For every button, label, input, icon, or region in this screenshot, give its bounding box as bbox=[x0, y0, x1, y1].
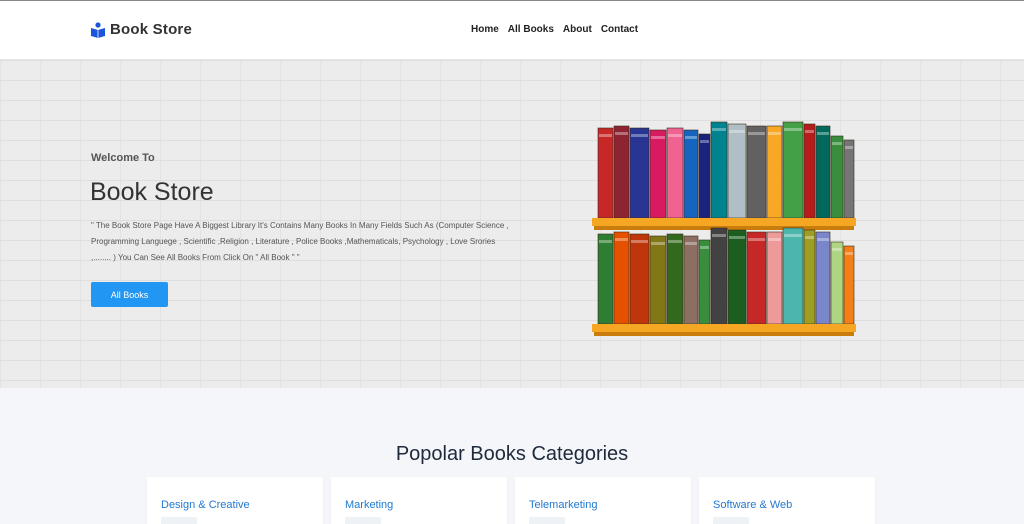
bookshelf-illustration bbox=[592, 121, 856, 336]
all-books-button[interactable]: All Books bbox=[91, 282, 168, 307]
bottom-shelf-books bbox=[597, 227, 855, 325]
top-book-15 bbox=[830, 135, 844, 219]
nav-link-all-books[interactable]: All Books bbox=[508, 24, 554, 35]
categories-heading: Popolar Books Categories bbox=[395, 443, 629, 465]
hero-welcome: Welcome To bbox=[91, 152, 155, 164]
category-title: Software & Web bbox=[713, 499, 793, 511]
bottom-book-1 bbox=[597, 233, 614, 325]
category-cards: Design & Creative Marketing Telemarketin… bbox=[147, 477, 875, 524]
nav-links: Home All Books About Contact bbox=[471, 24, 638, 35]
top-book-3 bbox=[629, 127, 650, 219]
nav-link-home[interactable]: Home bbox=[471, 24, 499, 35]
bottom-book-13 bbox=[803, 229, 816, 325]
top-book-band-3 bbox=[631, 134, 648, 137]
top-book-7 bbox=[698, 133, 711, 219]
top-book-2 bbox=[613, 125, 630, 219]
bottom-book-band-3 bbox=[631, 240, 648, 243]
bottom-shelf-board bbox=[592, 324, 856, 336]
hero-description: " The Book Store Page Have A Biggest Lib… bbox=[91, 221, 509, 262]
category-chip bbox=[713, 517, 749, 524]
category-chip bbox=[161, 517, 197, 524]
top-book-band-8 bbox=[712, 128, 726, 131]
bottom-book-band-10 bbox=[748, 238, 765, 241]
top-shelf-books bbox=[597, 121, 855, 219]
book-reader-icon bbox=[90, 21, 106, 38]
top-book-band-10 bbox=[748, 132, 765, 135]
nav-link-about[interactable]: About bbox=[563, 24, 592, 35]
bottom-book-band-8 bbox=[712, 234, 726, 237]
bottom-book-band-15 bbox=[832, 248, 842, 251]
top-book-band-4 bbox=[651, 136, 665, 139]
category-card-software-web[interactable]: Software & Web bbox=[699, 477, 875, 524]
bottom-book-2 bbox=[613, 231, 630, 325]
top-book-16 bbox=[843, 139, 855, 219]
top-book-band-13 bbox=[805, 130, 814, 133]
top-book-1 bbox=[597, 127, 614, 219]
bottom-book-14 bbox=[815, 231, 831, 325]
category-chip bbox=[529, 517, 565, 524]
bottom-book-band-2 bbox=[615, 238, 628, 241]
top-book-14 bbox=[815, 125, 831, 219]
bottom-book-band-16 bbox=[845, 252, 853, 255]
category-card-telemarketing[interactable]: Telemarketing bbox=[515, 477, 691, 524]
top-book-band-14 bbox=[817, 132, 829, 135]
bottom-book-15 bbox=[830, 241, 844, 325]
top-book-band-16 bbox=[845, 146, 853, 149]
top-book-band-15 bbox=[832, 142, 842, 145]
bottom-book-12 bbox=[782, 227, 804, 325]
bottom-book-band-14 bbox=[817, 238, 829, 241]
navbar: Book Store Home All Books About Contact bbox=[0, 0, 1024, 60]
category-title: Telemarketing bbox=[529, 499, 598, 511]
bottom-book-9 bbox=[727, 229, 747, 325]
hero-section: Welcome To Book Store " The Book Store P… bbox=[0, 60, 1024, 388]
bottom-book-10 bbox=[746, 231, 767, 325]
top-book-6 bbox=[683, 129, 699, 219]
bottom-book-band-9 bbox=[729, 236, 745, 239]
bottom-book-band-13 bbox=[805, 236, 814, 239]
top-book-band-5 bbox=[668, 134, 682, 137]
bottom-book-3 bbox=[629, 233, 650, 325]
top-book-9 bbox=[727, 123, 747, 219]
bottom-book-16 bbox=[843, 245, 855, 325]
hero-title: Book Store bbox=[90, 178, 214, 206]
bottom-book-band-11 bbox=[768, 238, 781, 241]
nav-link-contact[interactable]: Contact bbox=[601, 24, 638, 35]
category-card-design-creative[interactable]: Design & Creative bbox=[147, 477, 323, 524]
top-book-8 bbox=[710, 121, 728, 219]
top-book-5 bbox=[666, 127, 684, 219]
top-book-band-2 bbox=[615, 132, 628, 135]
bottom-book-band-6 bbox=[685, 242, 697, 245]
category-title: Marketing bbox=[345, 499, 394, 511]
top-book-band-6 bbox=[685, 136, 697, 139]
brand[interactable]: Book Store bbox=[90, 21, 192, 38]
bottom-book-band-5 bbox=[668, 240, 682, 243]
brand-name: Book Store bbox=[110, 21, 193, 38]
bottom-book-6 bbox=[683, 235, 699, 325]
bottom-book-5 bbox=[666, 233, 684, 325]
bottom-book-band-7 bbox=[700, 246, 709, 249]
category-title: Design & Creative bbox=[161, 499, 250, 511]
top-book-10 bbox=[746, 125, 767, 219]
top-book-12 bbox=[782, 121, 804, 219]
bottom-book-band-4 bbox=[651, 242, 665, 245]
bottom-book-band-1 bbox=[599, 240, 612, 243]
bottom-book-band-12 bbox=[784, 234, 802, 237]
top-book-band-11 bbox=[768, 132, 781, 135]
top-book-4 bbox=[649, 129, 667, 219]
top-book-band-7 bbox=[700, 140, 709, 143]
top-book-band-12 bbox=[784, 128, 802, 131]
top-book-11 bbox=[766, 125, 783, 219]
category-chip bbox=[345, 517, 381, 524]
bottom-book-7 bbox=[698, 239, 711, 325]
top-book-band-1 bbox=[599, 134, 612, 137]
bottom-book-4 bbox=[649, 235, 667, 325]
bottom-book-11 bbox=[766, 231, 783, 325]
top-book-band-9 bbox=[729, 130, 745, 133]
category-card-marketing[interactable]: Marketing bbox=[331, 477, 507, 524]
top-book-13 bbox=[803, 123, 816, 219]
bottom-book-8 bbox=[710, 227, 728, 325]
